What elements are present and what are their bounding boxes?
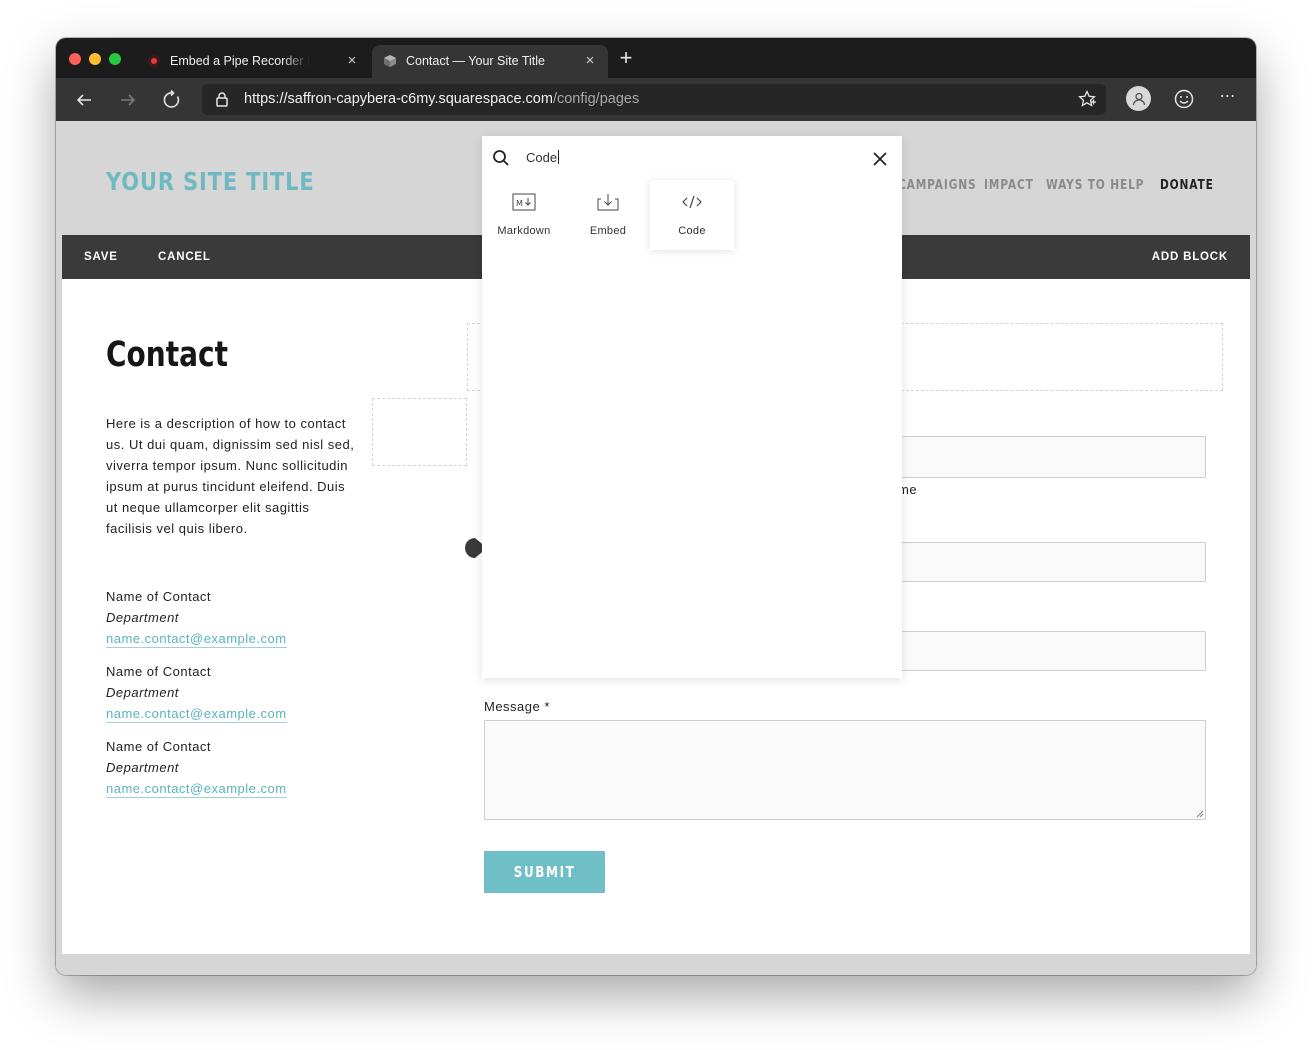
contact-entry: Name of Contact Department name.contact@… [106,736,356,799]
url-host: https://saffron-capybera-c6my.squarespac… [244,91,553,107]
svg-text:M: M [516,199,523,208]
nav-impact[interactable]: IMPACT [984,178,1034,193]
reload-icon [163,90,180,108]
block-label: Embed [589,225,627,237]
smiley-feedback-icon[interactable] [1172,87,1196,111]
block-search-input[interactable]: Code [526,150,559,165]
contact-department: Department [106,685,179,700]
contact-department: Department [106,760,179,775]
contact-name: Name of Contact [106,739,212,754]
block-label: Code [678,225,706,237]
contact-name: Name of Contact [106,589,212,604]
recorder-favicon-icon [148,55,160,67]
url-path: /config/pages [552,91,640,107]
block-label: Markdown [497,225,551,237]
reload-button[interactable] [159,87,185,113]
more-menu-button[interactable]: ⋯ [1216,86,1240,110]
close-window-button[interactable] [69,53,81,65]
contact-description: Here is a description of how to contact … [106,416,355,536]
new-tab-button[interactable]: + [616,47,636,69]
nav-ways-to-help[interactable]: WAYS TO HELP [1046,178,1144,193]
resize-grip-icon[interactable] [1196,810,1204,818]
arrow-right-icon [121,94,136,106]
contact-entry: Name of Contact Department name.contact@… [106,586,356,649]
message-label: Message * [484,699,550,714]
contact-email-link[interactable]: name.contact@example.com [106,705,287,723]
block-picker: Code M Markdown Embed Code [482,136,902,678]
nav-campaigns[interactable]: CAMPAIGNS [898,178,976,193]
tab-embed-pipe-recorder[interactable]: Embed a Pipe Recorder | addpipe × [136,45,370,78]
contact-department: Department [106,610,179,625]
star-icon[interactable] [1078,90,1096,108]
tab-title: Contact — Your Site Title [406,54,545,68]
close-icon[interactable] [870,149,890,169]
submit-button[interactable]: SUBMIT [484,851,605,893]
markdown-icon: M [512,193,536,211]
block-option-embed[interactable]: Embed [566,180,650,250]
search-icon [493,150,509,166]
save-button[interactable]: SAVE [84,251,118,263]
forward-button[interactable] [115,87,141,113]
tab-contact[interactable]: Contact — Your Site Title × [372,45,608,78]
tab-title: Embed a Pipe Recorder | addpipe [170,54,310,68]
minimize-window-button[interactable] [89,53,101,65]
submit-label: SUBMIT [513,863,576,881]
tab-close-icon[interactable]: × [582,53,598,69]
cancel-button[interactable]: CANCEL [158,251,211,263]
contact-entry: Name of Contact Department name.contact@… [106,661,356,724]
block-option-code[interactable]: Code [650,180,734,250]
nav-donate[interactable]: DONATE [1160,178,1214,193]
contact-name: Name of Contact [106,664,212,679]
page-title: Contact [106,335,228,375]
block-option-markdown[interactable]: M Markdown [482,180,566,250]
address-bar[interactable]: https://saffron-capybera-c6my.squarespac… [202,84,1106,115]
page-viewport: YOUR SITE TITLE CAMPAIGNS IMPACT WAYS TO… [56,121,1256,975]
contact-email-link[interactable]: name.contact@example.com [106,780,287,798]
squarespace-favicon-icon [383,54,397,68]
contact-email-link[interactable]: name.contact@example.com [106,630,287,648]
tab-strip: Embed a Pipe Recorder | addpipe × Contac… [56,38,1256,78]
tab-close-icon[interactable]: × [344,53,360,69]
message-textarea[interactable] [484,720,1206,820]
code-icon [682,195,702,209]
profile-button[interactable] [1126,86,1151,111]
browser-window: Embed a Pipe Recorder | addpipe × Contac… [56,38,1256,975]
insert-drop-zone[interactable] [372,398,467,466]
arrow-left-icon [76,94,91,106]
person-icon [1132,92,1145,105]
add-block-button[interactable]: ADD BLOCK [1152,251,1228,263]
lock-icon [216,92,228,107]
back-button[interactable] [71,87,97,113]
url-text: https://saffron-capybera-c6my.squarespac… [244,91,639,107]
site-title[interactable]: YOUR SITE TITLE [106,167,315,196]
embed-icon [597,194,619,211]
zoom-window-button[interactable] [109,53,121,65]
browser-toolbar: https://saffron-capybera-c6my.squarespac… [56,78,1256,121]
